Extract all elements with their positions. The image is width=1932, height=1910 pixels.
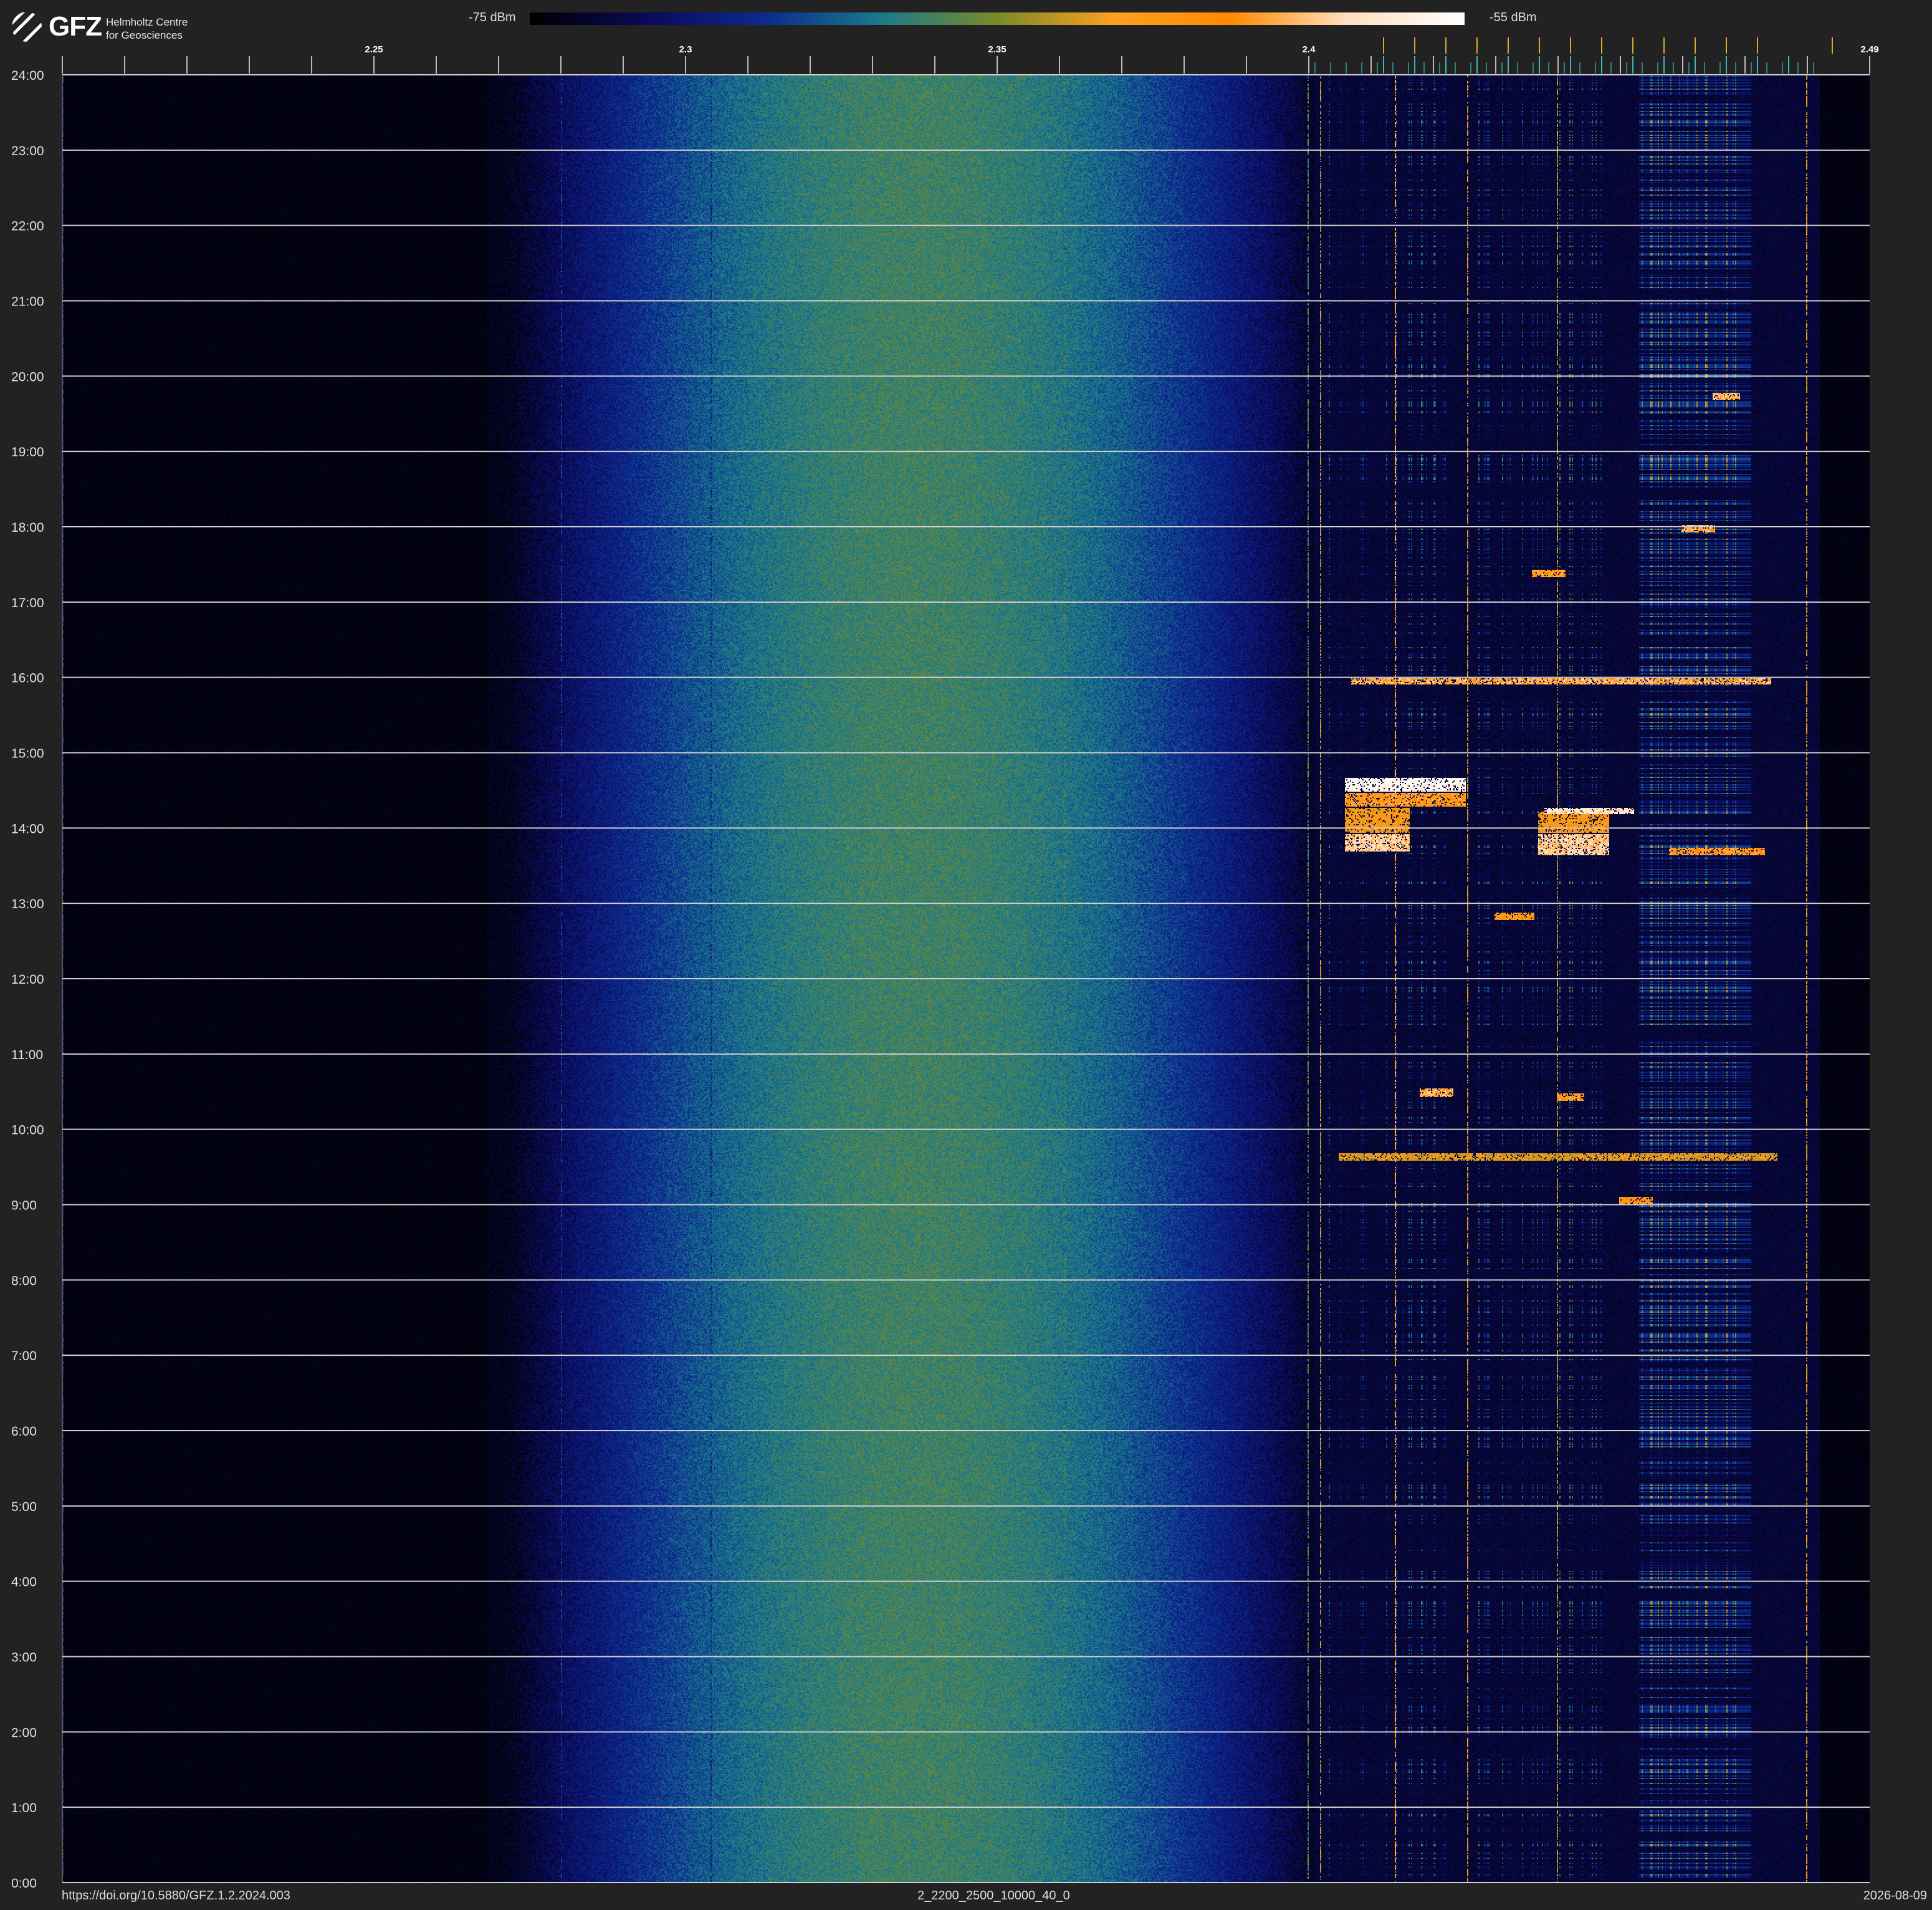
y-tick-label: 15:00 (11, 747, 44, 761)
y-tick-label: 10:00 (11, 1123, 44, 1138)
y-tick-label: 11:00 (11, 1048, 43, 1062)
y-tick-label: 21:00 (11, 295, 44, 309)
y-tick-label: 19:00 (11, 445, 44, 459)
y-tick-label: 3:00 (11, 1651, 37, 1665)
x-tick-label: 2.49 (1860, 44, 1878, 55)
y-tick-label: 2:00 (11, 1725, 37, 1740)
footer-date: 2026-08-09 (1863, 1889, 1927, 1903)
y-tick-label: 0:00 (11, 1876, 37, 1891)
x-tick-label: 2.3 (679, 44, 692, 55)
y-tick-label: 16:00 (11, 671, 44, 686)
y-tick-label: 4:00 (11, 1575, 37, 1590)
x-tick-label: 2.4 (1303, 44, 1316, 55)
y-tick-label: 17:00 (11, 596, 44, 610)
y-tick-label: 9:00 (11, 1199, 37, 1213)
y-tick-label: 23:00 (11, 144, 44, 158)
x-tick-label: 2.35 (988, 44, 1006, 55)
y-tick-label: 14:00 (11, 822, 44, 836)
y-tick-label: 1:00 (11, 1801, 37, 1815)
spectrogram-chart: 0:00 1:00 2:00 3:00 4:00 5:00 6:00 7:00 8:00 9:00… (11, 37, 1879, 1891)
y-tick-label: 5:00 (11, 1500, 37, 1514)
x-tick-label: 2.25 (365, 44, 383, 55)
y-tick-label: 6:00 (11, 1424, 37, 1439)
y-tick-label: 13:00 (11, 897, 44, 911)
y-tick-label: 12:00 (11, 972, 44, 987)
y-tick-label: 20:00 (11, 370, 44, 384)
y-tick-label: 24:00 (11, 69, 44, 83)
y-tick-label: 8:00 (11, 1274, 37, 1288)
y-tick-label: 7:00 (11, 1349, 37, 1363)
y-tick-label: 18:00 (11, 521, 44, 535)
footer-doi-link[interactable]: https://doi.org/10.5880/GFZ.1.2.2024.003 (62, 1888, 290, 1903)
footer-dataset-id: 2_2200_2500_10000_40_0 (917, 1889, 1070, 1903)
y-tick-label: 22:00 (11, 219, 44, 234)
